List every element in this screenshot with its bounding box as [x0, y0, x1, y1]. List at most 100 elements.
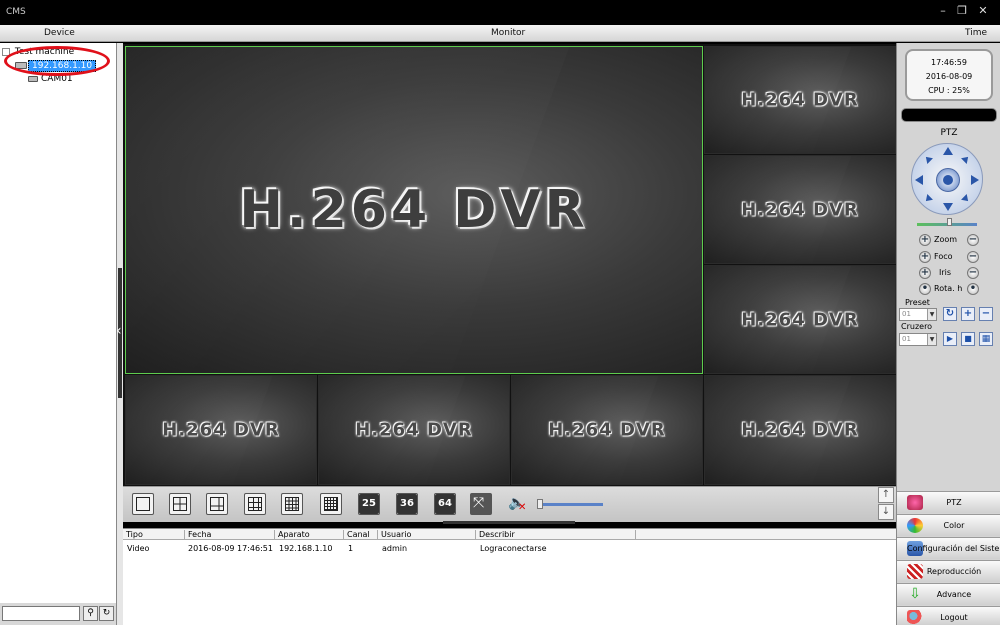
layout-64-button[interactable]: 64: [434, 493, 456, 515]
ptz-down-icon[interactable]: [943, 203, 953, 211]
device-search-bar: ⚲ ↻: [0, 603, 117, 625]
fullscreen-button[interactable]: ⤧: [470, 493, 492, 515]
search-icon[interactable]: ⚲: [83, 606, 98, 621]
log-cell-fecha: 2016-08-09 17:46:51: [188, 544, 273, 553]
toolbar-scrollbar[interactable]: [443, 521, 575, 524]
video-tile-5[interactable]: H.264 DVR: [125, 375, 317, 485]
menu-config-button[interactable]: Configuración del Sistema: [897, 537, 1000, 559]
ptz-speed-knob[interactable]: [947, 218, 952, 226]
ptz-up-icon[interactable]: [943, 147, 953, 155]
clock-date: 2016-08-09: [925, 72, 973, 81]
restore-icon[interactable]: ❐: [955, 4, 969, 18]
log-cell-aparato: 192.168.1.10: [279, 544, 333, 553]
preset-add-icon[interactable]: +: [961, 307, 975, 321]
video-tile-3[interactable]: H.264 DVR: [704, 155, 896, 264]
refresh-icon[interactable]: ↻: [99, 606, 114, 621]
iris-open-icon[interactable]: +: [919, 267, 931, 279]
event-log-table: Tipo Fecha Aparato Canal Usuario Describ…: [123, 528, 896, 625]
cruise-stop-icon[interactable]: ■: [961, 332, 975, 346]
menu-color-label: Color: [943, 521, 965, 530]
cruise-select[interactable]: 01 ▼: [899, 333, 937, 346]
menu-playback-button[interactable]: Reproducción: [897, 560, 1000, 582]
preset-label: Preset: [905, 298, 930, 307]
layout-25-button[interactable]: 25: [358, 493, 380, 515]
menu-logout-label: Logout: [940, 613, 968, 622]
volume-slider[interactable]: [539, 503, 603, 506]
preset-goto-icon[interactable]: ↻: [943, 307, 957, 321]
menu-logout-button[interactable]: Logout: [897, 606, 1000, 625]
layout-36-button[interactable]: 36: [396, 493, 418, 515]
collapse-left-icon[interactable]: ‹: [116, 323, 122, 339]
layout-16-icon: [285, 497, 299, 511]
video-tile-4[interactable]: H.264 DVR: [704, 265, 896, 374]
ptz-down-left-icon[interactable]: [923, 194, 933, 204]
zoom-out-icon[interactable]: −: [967, 234, 979, 246]
video-tile-1[interactable]: H.264 DVR: [125, 46, 703, 374]
device-search-input[interactable]: [2, 606, 80, 621]
ptz-direction-pad[interactable]: [911, 143, 983, 215]
log-col-canal[interactable]: Canal: [343, 530, 370, 540]
rotate-row: • Rota. h •: [897, 283, 1000, 297]
log-col-aparato[interactable]: Aparato: [274, 530, 310, 540]
zoom-row: + Zoom −: [897, 234, 1000, 248]
focus-in-icon[interactable]: +: [919, 251, 931, 263]
layout-1-button[interactable]: [132, 493, 154, 515]
iris-close-icon[interactable]: −: [967, 267, 979, 279]
time-header: Time: [965, 28, 988, 38]
log-col-tipo[interactable]: Tipo: [123, 530, 143, 540]
monitor-header: Monitor: [491, 28, 526, 38]
tile-label: H.264 DVR: [741, 419, 859, 441]
video-tile-6[interactable]: H.264 DVR: [318, 375, 510, 485]
camera-icon: [28, 76, 38, 82]
zoom-in-icon[interactable]: +: [919, 234, 931, 246]
focus-out-icon[interactable]: −: [967, 251, 979, 263]
log-col-usuario[interactable]: Usuario: [377, 530, 411, 540]
ptz-up-left-icon[interactable]: [923, 154, 933, 164]
menu-ptz-button[interactable]: PTZ: [897, 491, 1000, 513]
video-tile-7[interactable]: H.264 DVR: [511, 375, 703, 485]
scroll-down-icon: ↓: [881, 506, 891, 517]
minimize-icon[interactable]: –: [936, 4, 950, 18]
rotate-off-icon[interactable]: •: [967, 283, 979, 295]
scroll-up-icon: ↑: [881, 489, 891, 500]
ptz-center-button[interactable]: [936, 168, 960, 192]
window-titlebar: CMS – ❐ ✕: [0, 0, 1000, 25]
layout-1-icon: [136, 497, 150, 511]
scroll-up-button[interactable]: ↑: [878, 487, 894, 503]
ptz-down-right-icon[interactable]: [961, 194, 971, 204]
scroll-down-button[interactable]: ↓: [878, 504, 894, 520]
layout-9-button[interactable]: [244, 493, 266, 515]
layout-16-button[interactable]: [281, 493, 303, 515]
menu-color-button[interactable]: Color: [897, 514, 1000, 536]
iris-row: + Iris −: [897, 267, 1000, 281]
cruise-grid-icon[interactable]: ▦: [979, 332, 993, 346]
preset-remove-icon[interactable]: −: [979, 307, 993, 321]
device-tree-panel: Test machine 192.168.1.10 CAM01: [0, 43, 117, 603]
fullscreen-icon: ⤧: [473, 495, 485, 511]
menu-ptz-label: PTZ: [946, 498, 962, 507]
preset-value: 01: [902, 310, 911, 318]
preset-select[interactable]: 01 ▼: [899, 308, 937, 321]
video-tile-8[interactable]: H.264 DVR: [704, 375, 896, 485]
monitor-grid: H.264 DVR H.264 DVR H.264 DVR H.264 DVR …: [123, 44, 896, 486]
ptz-up-right-icon[interactable]: [961, 154, 971, 164]
ptz-right-icon[interactable]: [971, 175, 979, 185]
log-col-fecha[interactable]: Fecha: [184, 530, 211, 540]
log-col-describir[interactable]: Describir: [475, 530, 515, 540]
layout-20-button[interactable]: [320, 493, 342, 515]
tile-label: H.264 DVR: [741, 309, 859, 330]
mute-button[interactable]: 🔈 ✕: [508, 495, 528, 515]
layout-6-button[interactable]: [206, 493, 228, 515]
menu-advance-button[interactable]: ⇩ Advance: [897, 583, 1000, 605]
ptz-left-icon[interactable]: [915, 175, 923, 185]
cruise-play-icon[interactable]: ▶: [943, 332, 957, 346]
layout-20-icon: [324, 497, 338, 511]
window-title: CMS: [6, 7, 26, 17]
iris-label: Iris: [939, 268, 952, 277]
volume-knob[interactable]: [537, 499, 543, 509]
tile-label: H.264 DVR: [548, 419, 666, 441]
layout-4-button[interactable]: [169, 493, 191, 515]
close-icon[interactable]: ✕: [976, 4, 990, 18]
video-tile-2[interactable]: H.264 DVR: [704, 46, 896, 154]
rotate-on-icon[interactable]: •: [919, 283, 931, 295]
